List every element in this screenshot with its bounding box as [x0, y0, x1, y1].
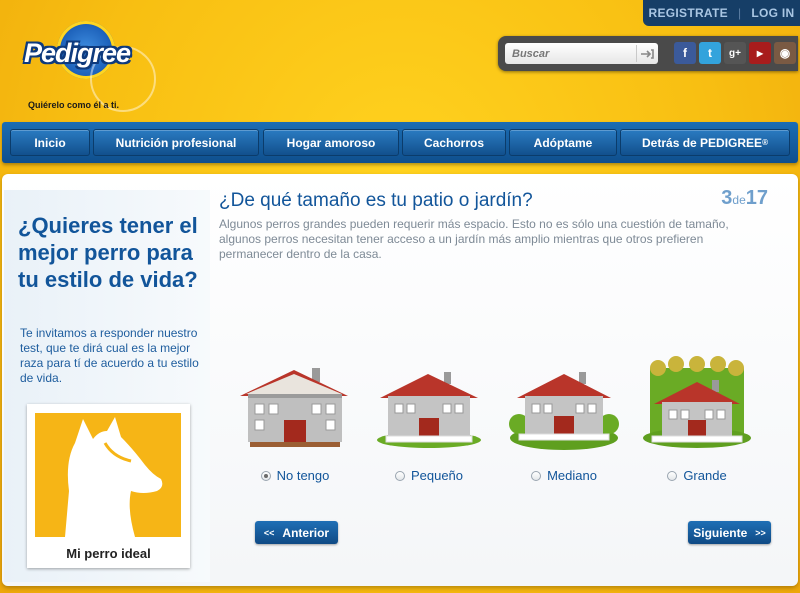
tools-bar: f t g+ ▶ ◉	[498, 36, 798, 71]
dog-silhouette-icon	[35, 413, 181, 537]
option-label-pequeno[interactable]: Pequeño	[374, 468, 484, 483]
previous-button[interactable]: << Anterior	[255, 521, 338, 544]
option-pequeno[interactable]: Pequeño	[374, 354, 484, 483]
progress-current: 3	[721, 187, 733, 209]
question-progress: 3de17	[721, 187, 768, 210]
house-large-yard-icon	[643, 356, 751, 448]
radio-pequeno[interactable]	[394, 470, 405, 481]
nav-item-detras[interactable]: Detrás de PEDIGREE ®	[620, 129, 790, 156]
sidebar-headline: ¿Quieres tener el mejor perro para tu es…	[18, 213, 198, 292]
progress-total: 17	[745, 187, 768, 209]
nav-item-adoptame[interactable]: Adóptame	[509, 129, 617, 156]
nav-item-inicio[interactable]: Inicio	[10, 129, 90, 156]
register-link[interactable]: REGISTRATE	[648, 6, 727, 20]
option-text-grande: Grande	[683, 468, 727, 483]
option-grande[interactable]: Grande	[642, 354, 752, 483]
account-separator: |	[737, 6, 742, 20]
search-box	[505, 43, 658, 64]
option-label-mediano[interactable]: Mediano	[509, 468, 619, 483]
radio-no-tengo[interactable]	[260, 470, 271, 481]
instagram-icon[interactable]: ◉	[774, 42, 796, 64]
nav-item-hogar[interactable]: Hogar amoroso	[263, 129, 399, 156]
nav-item-detras-label: Detrás de PEDIGREE	[642, 135, 763, 150]
pedigree-logo[interactable]: Pedigree Quiérelo como él a ti.	[24, 18, 156, 118]
option-no-tengo[interactable]: No tengo	[240, 354, 350, 483]
next-label: Siguiente	[693, 525, 748, 540]
brand-name: Pedigree	[24, 38, 131, 68]
house-small-yard-icon	[377, 372, 481, 448]
question-title: ¿De qué tamaño es tu patio o jardín?	[219, 190, 533, 211]
brand-tagline: Quiérelo como él a ti.	[28, 100, 120, 110]
radio-mediano[interactable]	[531, 470, 542, 481]
option-text-no-tengo: No tengo	[276, 468, 330, 483]
option-label-no-tengo[interactable]: No tengo	[240, 468, 350, 483]
next-arrow-icon: >>	[755, 527, 766, 538]
next-button[interactable]: Siguiente >>	[688, 521, 771, 544]
main-nav: Inicio Nutrición profesional Hogar amoro…	[2, 122, 798, 163]
facebook-icon[interactable]: f	[674, 42, 696, 64]
google-plus-icon[interactable]: g+	[724, 42, 746, 64]
previous-arrow-icon: <<	[263, 527, 275, 538]
house-medium-yard-icon	[509, 372, 619, 450]
ideal-dog-card[interactable]: Mi perro ideal	[27, 404, 190, 568]
quiz-panel: ¿Quieres tener el mejor perro para tu es…	[2, 174, 798, 586]
twitter-icon[interactable]: t	[699, 42, 721, 64]
option-mediano[interactable]: Mediano	[509, 354, 619, 483]
sidebar: ¿Quieres tener el mejor perro para tu es…	[4, 190, 210, 582]
search-input[interactable]	[505, 43, 629, 64]
account-bar: REGISTRATE | LOG IN	[643, 0, 800, 26]
nav-item-cachorros[interactable]: Cachorros	[402, 129, 506, 156]
search-icon[interactable]	[636, 45, 656, 62]
login-link[interactable]: LOG IN	[751, 6, 794, 20]
option-text-pequeno: Pequeño	[410, 468, 464, 483]
radio-grande[interactable]	[667, 470, 678, 481]
social-links: f t g+ ▶ ◉	[674, 42, 796, 64]
youtube-icon[interactable]: ▶	[749, 42, 771, 64]
house-no-yard-icon	[240, 368, 348, 447]
option-label-grande[interactable]: Grande	[642, 468, 752, 483]
ideal-dog-label: Mi perro ideal	[66, 546, 151, 561]
progress-of: de	[732, 193, 746, 207]
question-description: Algunos perros grandes pueden requerir m…	[219, 217, 729, 261]
registered-mark: ®	[762, 138, 768, 147]
nav-item-nutricion[interactable]: Nutrición profesional	[93, 129, 259, 156]
sidebar-intro: Te invitamos a responder nuestro test, q…	[20, 326, 199, 385]
previous-label: Anterior	[282, 525, 330, 540]
option-text-mediano: Mediano	[547, 468, 597, 483]
